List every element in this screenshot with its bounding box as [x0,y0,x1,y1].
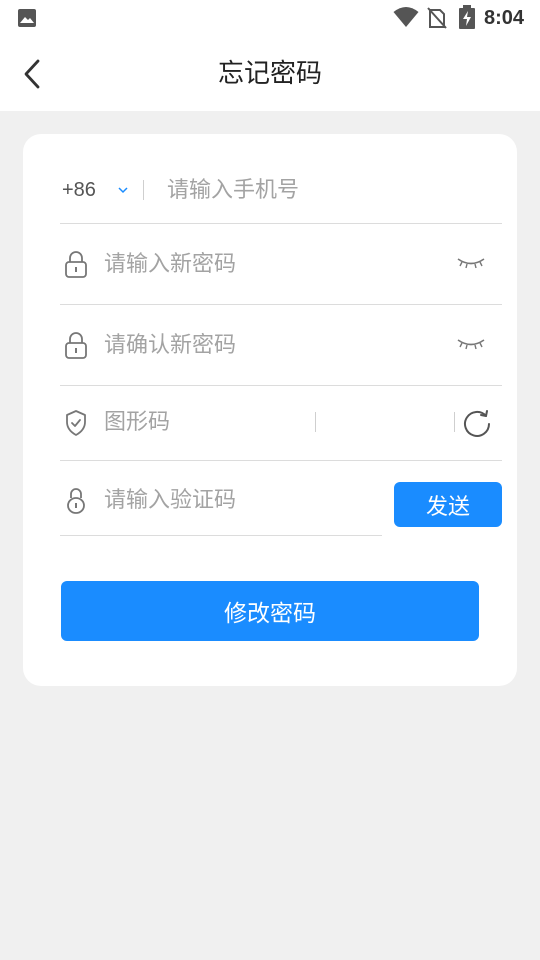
battery-charging-icon [459,5,475,29]
status-bar: 8:04 [0,0,540,36]
confirm-password-row [60,305,502,386]
captcha-image[interactable] [322,402,452,442]
eye-closed-icon[interactable] [456,256,486,270]
captcha-row [60,386,502,461]
captcha-input[interactable] [104,406,309,438]
app-header: 忘记密码 [0,36,540,111]
wifi-icon [393,7,419,27]
confirm-password-input[interactable] [104,329,434,361]
lock-icon [65,251,87,278]
reset-password-card: +86 请输入手机号 图形码 请输入验证码 发送 修改密码 [23,134,517,686]
page-title: 忘记密码 [217,59,322,89]
lock-icon [67,488,85,514]
country-code[interactable]: +86 [62,178,96,202]
no-sim-icon [427,7,447,29]
divider [143,180,144,200]
clock: 8:04 [484,7,525,29]
refresh-icon[interactable] [462,408,492,438]
submit-button[interactable]: 修改密码 [61,581,479,641]
lock-icon [65,332,87,359]
eye-closed-icon[interactable] [456,337,486,351]
photo-icon [18,9,36,27]
send-code-button[interactable]: 发送 [394,482,502,527]
new-password-input[interactable] [104,248,434,280]
divider [454,412,455,432]
phone-row: +86 [60,156,502,224]
new-password-row [60,224,502,305]
chevron-down-icon[interactable] [116,183,130,197]
sms-code-row [60,461,382,536]
sms-code-input[interactable] [104,484,374,516]
divider [315,412,316,432]
shield-check-icon [66,410,86,436]
phone-input[interactable] [167,174,487,206]
